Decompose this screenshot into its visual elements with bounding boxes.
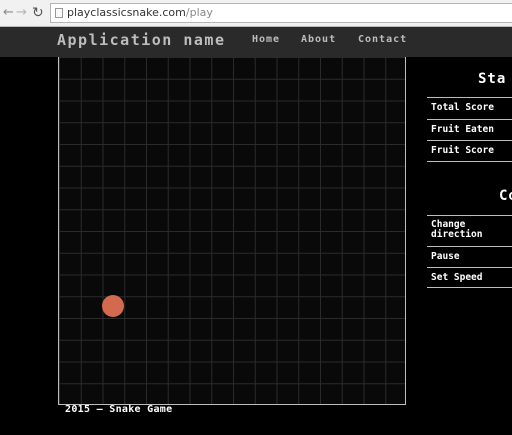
stat-fruit-eaten: Fruit Eaten	[427, 118, 512, 141]
nav-about-link[interactable]: About	[301, 34, 336, 45]
url-text: playclassicsnake.com/play	[67, 6, 213, 19]
url-path: /play	[185, 6, 213, 19]
stat-fruit-score: Fruit Score	[427, 140, 512, 162]
control-change-direction: Change direction	[427, 215, 512, 246]
app-name-link[interactable]: Application name	[57, 31, 226, 49]
controls-table: Change direction Pause Set Speed	[427, 215, 512, 288]
back-arrow-icon[interactable]: ←	[3, 5, 14, 21]
site-header: Application name Home About Contact	[0, 27, 512, 57]
forward-arrow-icon[interactable]: →	[16, 5, 27, 21]
reload-icon[interactable]: ↻	[32, 5, 44, 21]
game-board[interactable]	[58, 57, 406, 405]
nav-contact-link[interactable]: Contact	[358, 34, 407, 45]
url-host: playclassicsnake.com	[67, 6, 186, 19]
control-set-speed: Set Speed	[427, 267, 512, 288]
controls-title: Co	[499, 188, 512, 204]
stat-total-score: Total Score	[427, 97, 512, 119]
stats-table: Total Score Fruit Eaten Fruit Score	[427, 97, 512, 162]
address-bar[interactable]: playclassicsnake.com/play	[50, 3, 512, 23]
footer-text: 2015 – Snake Game	[65, 404, 173, 415]
fruit	[102, 295, 124, 317]
browser-toolbar: ← → ↻ playclassicsnake.com/play	[0, 0, 512, 27]
nav-home-link[interactable]: Home	[252, 34, 280, 45]
control-pause: Pause	[427, 246, 512, 267]
stats-title: Sta	[478, 71, 507, 87]
page-icon	[55, 8, 63, 18]
